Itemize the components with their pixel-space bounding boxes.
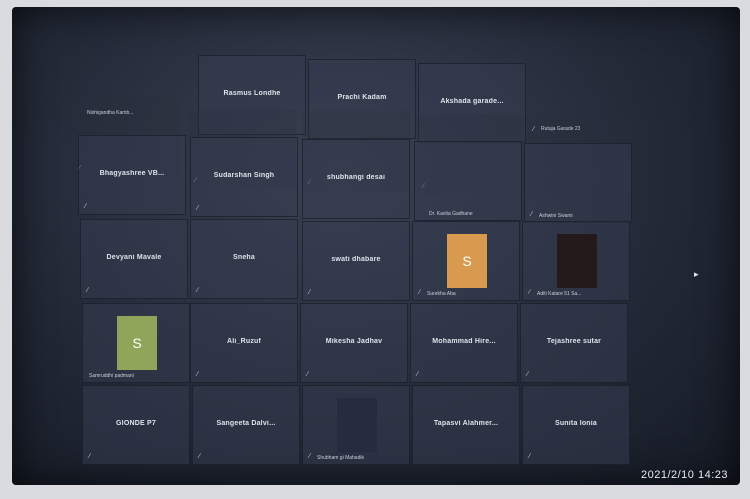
participant-name: Rutuja Garade 23 <box>541 126 581 132</box>
participant-tile[interactable]: Ali_Ruzuf ∕ <box>190 303 298 383</box>
participant-tile[interactable]: Sunita lonia ∕ <box>522 385 630 465</box>
participant-name: Ashwini Swami <box>539 213 573 219</box>
participant-name: Bhagyashree VB... <box>99 170 165 177</box>
avatar: S <box>447 234 487 288</box>
participant-tile[interactable]: Devyani Mavale ∕ <box>80 219 188 299</box>
participant-tile[interactable]: Mikesha Jadhav ∕ <box>300 303 408 383</box>
participant-name: Tejashree sutar <box>546 338 602 345</box>
mic-muted-icon: ∕ <box>85 203 87 210</box>
participant-name: Sangeeta Dalvi... <box>216 420 276 427</box>
participant-name: Ali_Ruzuf <box>226 338 262 345</box>
mic-muted-icon: ∕ <box>533 126 535 133</box>
participant-name: Sudarshan Singh <box>213 172 275 179</box>
participant-tile[interactable]: Sangeeta Dalvi... ∕ <box>192 385 300 465</box>
mic-muted-icon: ∕ <box>529 289 531 296</box>
participant-name: Shubham gi Mahadik <box>317 455 364 461</box>
mic-muted-icon: ∕ <box>197 287 199 294</box>
participant-tile[interactable]: Tapasvi Alahmer... <box>412 385 520 465</box>
mic-muted-icon: ∕ <box>87 287 89 294</box>
participant-name: Devyani Mavale <box>106 254 162 261</box>
participant-name: Rasmus Londhe <box>223 90 281 97</box>
mic-muted-icon: ∕ <box>531 211 533 218</box>
timestamp: 2021/2/10 14:23 <box>640 469 728 481</box>
avatar: S <box>117 316 157 370</box>
mic-muted-icon: ∕ <box>197 371 199 378</box>
avatar <box>557 234 597 288</box>
mic-muted-icon: ∕ <box>309 453 311 460</box>
participant-name: Mohammad Hire... <box>432 338 496 345</box>
mic-muted-icon: ∕ <box>417 371 419 378</box>
avatar <box>337 398 377 452</box>
participant-name: Prachi Kadam <box>337 94 387 101</box>
participant-name: Samruddhi padmani <box>89 373 134 379</box>
mouse-cursor-icon: ▸ <box>694 269 699 279</box>
mic-muted-icon: ∕ <box>309 289 311 296</box>
video-call-screen: Rasmus Londhe Prachi Kadam Akshada garad… <box>12 7 740 485</box>
participant-name: Sunita lonia <box>554 420 598 427</box>
participant-name: Sneha <box>232 254 255 261</box>
participant-tile[interactable]: Mohammad Hire... ∕ <box>410 303 518 383</box>
participant-name: Surekha Aba <box>427 291 456 297</box>
mic-muted-icon: ∕ <box>199 453 201 460</box>
participant-tile[interactable]: GIONDE P7 ∕ <box>82 385 190 465</box>
participant-name: Akshada garade... <box>440 98 504 105</box>
participant-tile[interactable]: ∕ Shubham gi Mahadik <box>302 385 410 465</box>
mic-muted-icon: ∕ <box>527 371 529 378</box>
participant-name: shubhangi desai <box>326 174 386 181</box>
participant-tile[interactable]: Sudarshan Singh ∕ <box>190 137 298 217</box>
participant-tile[interactable]: swati dhabare ∕ <box>302 221 410 301</box>
participant-name: Nishigandha Kamb... <box>87 110 134 116</box>
participant-name: Aditi Katare 51 Sa... <box>537 291 582 297</box>
mic-muted-icon: ∕ <box>419 289 421 296</box>
mic-muted-icon: ∕ <box>307 371 309 378</box>
participant-tile[interactable]: S ∕ Surekha Aba <box>412 221 520 301</box>
participant-tile[interactable]: S Samruddhi padmani <box>82 303 190 383</box>
participant-tile[interactable]: Dr. Kavita Gadhane <box>414 141 522 221</box>
mic-muted-icon: ∕ <box>89 453 91 460</box>
participant-tile[interactable]: ∕ Ashwini Swami <box>524 143 632 223</box>
participant-tile[interactable]: Sneha ∕ <box>190 219 298 299</box>
participant-tile[interactable]: Tejashree sutar ∕ <box>520 303 628 383</box>
participant-name: swati dhabare <box>331 256 381 263</box>
participant-tile[interactable]: Bhagyashree VB... ∕ <box>78 135 186 215</box>
participant-tile[interactable]: shubhangi desai <box>302 139 410 219</box>
participant-name: GIONDE P7 <box>116 420 156 427</box>
participant-name: Mikesha Jadhav <box>325 338 383 345</box>
mic-muted-icon: ∕ <box>197 205 199 212</box>
mic-muted-icon: ∕ <box>529 453 531 460</box>
participant-name: Dr. Kavita Gadhane <box>429 211 473 217</box>
participant-tile[interactable]: ∕ Aditi Katare 51 Sa... <box>522 221 630 301</box>
participant-name: Tapasvi Alahmer... <box>433 420 499 427</box>
